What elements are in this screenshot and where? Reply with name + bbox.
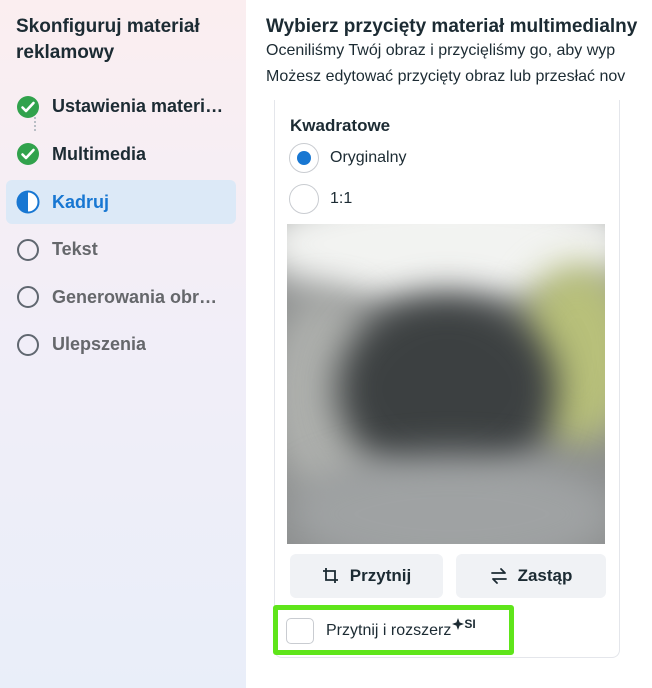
step-enhancements[interactable]: Ulepszenia bbox=[6, 321, 236, 369]
step-list: Ustawienia materiału reklamowego Multime… bbox=[6, 83, 236, 369]
step-label: Ulepszenia bbox=[52, 334, 147, 355]
radio-original[interactable]: Oryginalny bbox=[289, 143, 406, 173]
step-label: Tekst bbox=[52, 239, 98, 260]
swap-icon bbox=[490, 567, 508, 585]
ai-badge-text: SI bbox=[464, 617, 476, 631]
empty-circle-icon bbox=[16, 238, 40, 262]
image-preview bbox=[287, 224, 605, 544]
step-label: Multimedia bbox=[52, 143, 147, 164]
sidebar-title: Skonfiguruj materiał reklamowy bbox=[16, 16, 200, 63]
ai-badge: SI bbox=[452, 617, 476, 631]
step-media[interactable]: Multimedia bbox=[6, 131, 236, 179]
description-line-1: Oceniliśmy Twój obraz i przycięliśmy go,… bbox=[266, 42, 616, 59]
step-label: Kadruj bbox=[52, 191, 110, 212]
radio-1-1[interactable]: 1:1 bbox=[289, 184, 352, 214]
description-line-2: Możesz edytować przycięty obraz lub prze… bbox=[266, 68, 626, 85]
page-heading: Wybierz przycięty materiał multimedialny bbox=[266, 16, 638, 37]
expand-option-highlight: Przytnij i rozszerz SI bbox=[273, 605, 514, 655]
radio-label: 1:1 bbox=[330, 190, 353, 207]
replace-button[interactable]: Zastąp bbox=[456, 554, 606, 598]
check-circle-icon bbox=[16, 95, 40, 119]
step-connector bbox=[34, 117, 36, 131]
sparkle-icon bbox=[452, 618, 465, 630]
radio-button[interactable] bbox=[289, 184, 319, 214]
crop-icon bbox=[322, 567, 340, 585]
step-label: Ustawienia materiału reklamowego bbox=[52, 96, 224, 117]
crop-card: Kwadratowe Oryginalny 1:1 Przytnij Zastą… bbox=[274, 100, 620, 658]
replace-button-label: Zastąp bbox=[517, 566, 573, 585]
expand-checkbox-label: Przytnij i rozszerz bbox=[326, 622, 452, 639]
crop-button[interactable]: Przytnij bbox=[290, 554, 443, 598]
step-label: Generowania obrazów bbox=[52, 286, 224, 307]
step-crop[interactable]: Kadruj bbox=[6, 180, 236, 224]
crop-button-label: Przytnij bbox=[349, 566, 412, 585]
empty-circle-icon bbox=[16, 285, 40, 309]
step-image-generation[interactable]: Generowania obrazów bbox=[6, 274, 236, 322]
card-title: Kwadratowe bbox=[290, 116, 391, 135]
expand-option[interactable]: Przytnij i rozszerz SI bbox=[286, 617, 476, 644]
empty-circle-icon bbox=[16, 333, 40, 357]
sidebar: Skonfiguruj materiał reklamowy Ustawieni… bbox=[0, 0, 246, 688]
check-circle-icon bbox=[16, 142, 40, 166]
main-panel: Wybierz przycięty materiał multimedialny… bbox=[246, 0, 652, 688]
step-ad-settings[interactable]: Ustawienia materiału reklamowego bbox=[6, 83, 236, 131]
radio-button[interactable] bbox=[289, 143, 319, 173]
expand-checkbox[interactable] bbox=[286, 618, 314, 644]
half-circle-icon bbox=[16, 190, 40, 214]
radio-label: Oryginalny bbox=[330, 149, 407, 166]
step-text[interactable]: Tekst bbox=[6, 226, 236, 274]
